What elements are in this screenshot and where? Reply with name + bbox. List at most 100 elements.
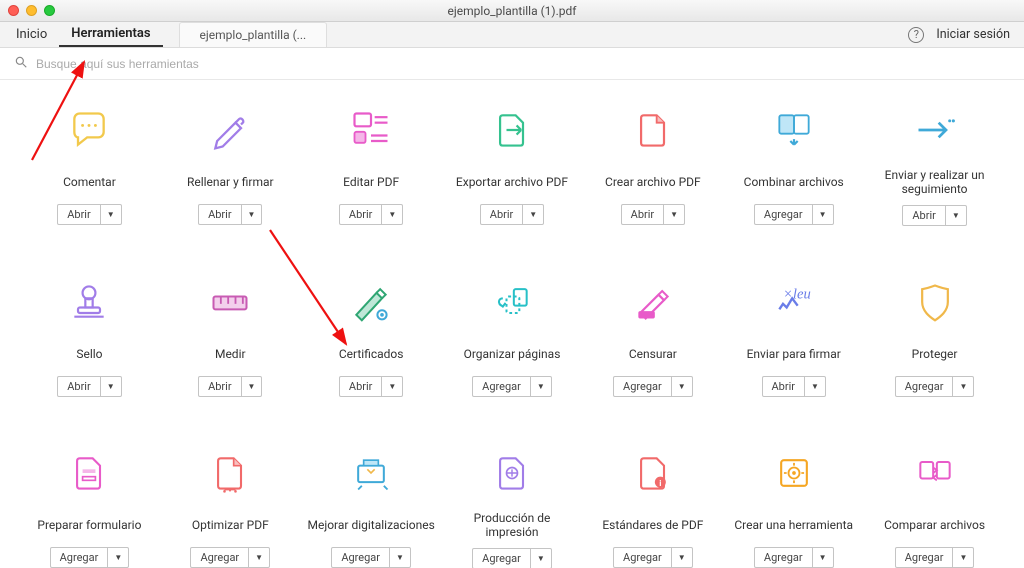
tool-label: Certificados [339, 340, 404, 368]
tool-optimizar: Optimizar PDF Agregar ▼ [165, 449, 296, 568]
chevron-down-icon[interactable]: ▼ [382, 205, 402, 224]
tool-action-button[interactable]: Abrir ▼ [621, 204, 685, 225]
chevron-down-icon[interactable]: ▼ [108, 548, 128, 567]
rellenar-icon[interactable] [208, 106, 252, 154]
chevron-down-icon[interactable]: ▼ [382, 377, 402, 396]
tool-label: Rellenar y firmar [187, 168, 274, 196]
tool-editar: Editar PDF Abrir ▼ [306, 106, 437, 226]
chevron-down-icon[interactable]: ▼ [953, 377, 973, 396]
window-title: ejemplo_plantilla (1).pdf [0, 4, 1024, 18]
tool-comentar: Comentar Abrir ▼ [24, 106, 155, 226]
tool-action-button[interactable]: Abrir ▼ [198, 204, 262, 225]
chevron-down-icon[interactable]: ▼ [953, 548, 973, 567]
signin-link[interactable]: Iniciar sesión [936, 27, 1010, 42]
tool-enviar-seguimiento: Enviar y realizar un seguimiento Abrir ▼ [869, 106, 1000, 226]
chevron-down-icon[interactable]: ▼ [531, 377, 551, 396]
crear-herramienta-icon[interactable] [772, 449, 816, 497]
tool-action-button[interactable]: Abrir ▼ [339, 204, 403, 225]
chevron-down-icon[interactable]: ▼ [101, 205, 121, 224]
tab-tools[interactable]: Herramientas [59, 22, 162, 47]
enviar-seguimiento-icon[interactable] [913, 106, 957, 154]
tool-exportar: Exportar archivo PDF Abrir ▼ [447, 106, 578, 226]
chevron-down-icon[interactable]: ▼ [523, 205, 543, 224]
tool-combinar: Combinar archivos Agregar ▼ [728, 106, 859, 226]
chevron-down-icon[interactable]: ▼ [390, 548, 410, 567]
tool-crear: Crear archivo PDF Abrir ▼ [587, 106, 718, 226]
search-icon [14, 54, 28, 73]
tab-home[interactable]: Inicio [4, 22, 59, 47]
tool-preparar: Preparar formulario Agregar ▼ [24, 449, 155, 568]
proteger-icon[interactable] [913, 278, 957, 326]
chevron-down-icon[interactable]: ▼ [805, 377, 825, 396]
tool-action-button[interactable]: Agregar ▼ [754, 547, 834, 568]
organizar-icon[interactable] [490, 278, 534, 326]
tool-action-button[interactable]: Agregar ▼ [754, 204, 834, 225]
chevron-down-icon[interactable]: ▼ [813, 205, 833, 224]
tool-action-button[interactable]: Agregar ▼ [613, 547, 693, 568]
certificados-icon[interactable] [349, 278, 393, 326]
svg-text:×leu: ×leu [783, 286, 811, 302]
comentar-icon[interactable] [67, 106, 111, 154]
chevron-down-icon[interactable]: ▼ [531, 549, 551, 568]
tool-action-button[interactable]: Agregar ▼ [50, 547, 130, 568]
sello-icon[interactable] [67, 278, 111, 326]
optimizar-icon[interactable] [208, 449, 252, 497]
tool-rellenar: Rellenar y firmar Abrir ▼ [165, 106, 296, 226]
tool-action-button[interactable]: Agregar ▼ [895, 376, 975, 397]
tool-label: Editar PDF [343, 168, 399, 196]
tool-medir: Medir Abrir ▼ [165, 278, 296, 397]
chevron-down-icon[interactable]: ▼ [946, 206, 966, 225]
chevron-down-icon[interactable]: ▼ [672, 377, 692, 396]
enviar-firmar-icon[interactable]: ×leu [772, 278, 816, 326]
tool-action-button[interactable]: Agregar ▼ [331, 547, 411, 568]
tool-sello: Sello Abrir ▼ [24, 278, 155, 397]
tool-action-button[interactable]: Abrir ▼ [57, 204, 121, 225]
tool-comparar: Comparar archivos Agregar ▼ [869, 449, 1000, 568]
crear-icon[interactable] [631, 106, 675, 154]
tool-enviar-firmar: ×leu Enviar para firmar Abrir ▼ [728, 278, 859, 397]
tool-action-button[interactable]: Agregar ▼ [472, 376, 552, 397]
combinar-icon[interactable] [772, 106, 816, 154]
chevron-down-icon[interactable]: ▼ [242, 377, 262, 396]
chevron-down-icon[interactable]: ▼ [242, 205, 262, 224]
tool-label: Exportar archivo PDF [456, 168, 568, 196]
tool-action-button[interactable]: Abrir ▼ [902, 205, 966, 226]
tool-label: Enviar y realizar un seguimiento [869, 168, 1000, 197]
tool-label: Comentar [63, 168, 116, 196]
tool-action-button[interactable]: Abrir ▼ [339, 376, 403, 397]
medir-icon[interactable] [208, 278, 252, 326]
tool-action-button[interactable]: Abrir ▼ [57, 376, 121, 397]
censurar-icon[interactable] [631, 278, 675, 326]
tool-action-button[interactable]: Agregar ▼ [472, 548, 552, 568]
tool-produccion: Producción de impresión Agregar ▼ [447, 449, 578, 568]
preparar-icon[interactable] [67, 449, 111, 497]
svg-text:i: i [659, 479, 661, 489]
chevron-down-icon[interactable]: ▼ [813, 548, 833, 567]
tool-label: Preparar formulario [37, 511, 141, 539]
mejorar-icon[interactable] [349, 449, 393, 497]
tool-action-button[interactable]: Abrir ▼ [480, 204, 544, 225]
tool-action-button[interactable]: Agregar ▼ [895, 547, 975, 568]
tool-action-button[interactable]: Agregar ▼ [613, 376, 693, 397]
tool-label: Crear archivo PDF [605, 168, 701, 196]
exportar-icon[interactable] [490, 106, 534, 154]
tool-action-button[interactable]: Agregar ▼ [190, 547, 270, 568]
tool-proteger: Proteger Agregar ▼ [869, 278, 1000, 397]
help-icon[interactable]: ? [908, 27, 924, 43]
tool-action-button[interactable]: Abrir ▼ [762, 376, 826, 397]
chevron-down-icon[interactable]: ▼ [101, 377, 121, 396]
tool-label: Crear una herramienta [734, 511, 853, 539]
produccion-icon[interactable] [490, 449, 534, 497]
chevron-down-icon[interactable]: ▼ [664, 205, 684, 224]
editar-icon[interactable] [349, 106, 393, 154]
search-input[interactable] [36, 57, 396, 71]
tool-label: Sello [76, 340, 102, 368]
tool-organizar: Organizar páginas Agregar ▼ [447, 278, 578, 397]
chevron-down-icon[interactable]: ▼ [249, 548, 269, 567]
tab-document[interactable]: ejemplo_plantilla (... [179, 22, 328, 47]
estandares-icon[interactable]: i [631, 449, 675, 497]
tool-label: Censurar [629, 340, 677, 368]
chevron-down-icon[interactable]: ▼ [672, 548, 692, 567]
comparar-icon[interactable] [913, 449, 957, 497]
tool-action-button[interactable]: Abrir ▼ [198, 376, 262, 397]
